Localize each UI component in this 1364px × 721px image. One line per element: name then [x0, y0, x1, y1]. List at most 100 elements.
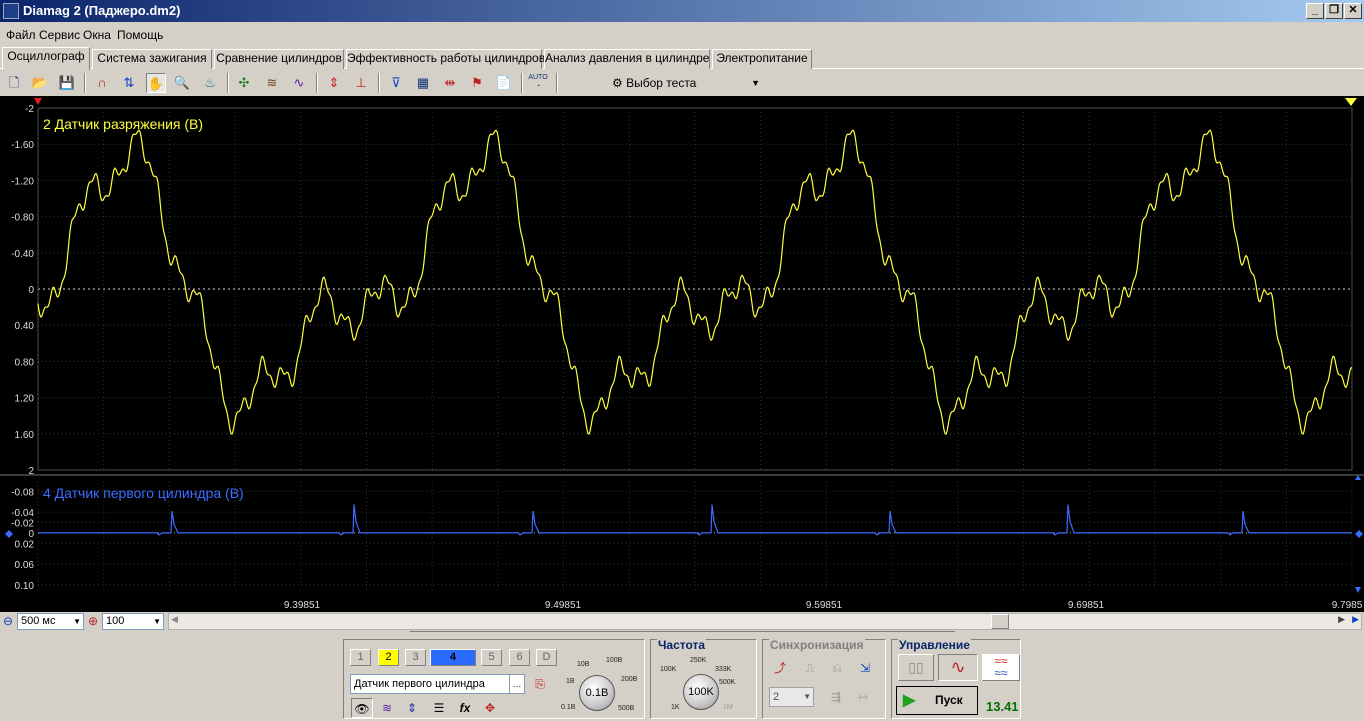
toolbar: 🗋 📂 💾 ∩ ⇅ ✋ 🔍 ♨ ✣ ≋ ∿ ⇕ ⊥ ⊽ ▦ ⇹ ⚑ 📄 AUTO… — [0, 70, 1364, 96]
wave-overlay-icon[interactable]: ≋ — [262, 73, 282, 93]
frequency-group: Частота 100K 250K 100K 333K 500K 1K 1M — [650, 638, 757, 719]
title-bar: Diamag 2 (Паджеро.dm2) _ ❐ ✕ — [0, 0, 1364, 22]
timebase-select[interactable]: 500 мс ▼ — [17, 613, 84, 630]
sync-offset-icon[interactable]: ⇿ — [852, 687, 874, 707]
channel2-scroll-up-icon — [1355, 475, 1361, 480]
zoom-out-icon[interactable]: ⊖ — [3, 614, 13, 628]
volts-knob[interactable]: 0.1В — [579, 675, 615, 711]
sync-cursor-icon[interactable]: ⇲ — [854, 658, 876, 678]
scroll-left-icon[interactable]: ◀ — [171, 614, 178, 625]
channel1-y-tick: 1.60 — [15, 430, 35, 441]
filter-icon[interactable]: ♨ — [200, 73, 220, 93]
zero-level-icon[interactable]: ⊥ — [351, 73, 371, 93]
menu-help[interactable]: Помощь — [117, 28, 163, 42]
cursor-icon[interactable]: ⇅ — [119, 73, 139, 93]
channel-button-5[interactable]: 5 — [481, 649, 502, 666]
expand-icon[interactable]: ✣ — [234, 73, 254, 93]
trigger-filter-icon[interactable]: ⊽ — [386, 73, 406, 93]
freq-label-1k: 1K — [671, 704, 680, 711]
window-title: Diamag 2 (Паджеро.dm2) — [23, 3, 181, 18]
channel-button-3[interactable]: 3 — [405, 649, 426, 666]
measure-curve-icon[interactable]: ∩ — [92, 73, 112, 93]
hand-icon[interactable]: ✋ — [146, 73, 166, 93]
channel-button-1[interactable]: 1 — [350, 649, 371, 666]
tab-cylinder-compare[interactable]: Сравнение цилиндров — [214, 49, 344, 69]
invert-icon[interactable]: ≋ — [376, 698, 398, 718]
flag-icon[interactable]: ⚑ — [467, 73, 487, 93]
menu-windows[interactable]: Окна — [83, 28, 111, 42]
channel-link-icon[interactable]: ⎘ — [529, 674, 551, 694]
minimize-button[interactable]: _ — [1306, 3, 1324, 19]
save-icon[interactable]: 💾 — [57, 73, 77, 93]
channel-button-4[interactable]: 4 — [430, 649, 476, 666]
vertical-move-icon[interactable]: ⇕ — [401, 698, 423, 718]
channel-name-input[interactable]: Датчик первого цилиндра … — [350, 674, 525, 694]
start-button[interactable]: ▶ Пуск — [896, 686, 978, 715]
sync-channel-value: 2 — [773, 691, 780, 703]
scroll-right-icon[interactable]: ▶ — [1338, 614, 1345, 625]
tab-power[interactable]: Электропитание — [712, 49, 812, 69]
freq-label-1m: 1M — [723, 704, 733, 711]
volt-label-01: 0.1В — [561, 704, 576, 711]
chevron-down-icon: ▼ — [751, 78, 760, 88]
start-label: Пуск — [935, 693, 963, 707]
eye-icon[interactable]: 👁 — [351, 698, 373, 718]
tab-cylinder-pressure[interactable]: Анализ давления в цилиндре — [544, 49, 710, 69]
channel-split-icon[interactable]: ✥ — [479, 698, 501, 718]
toolbar-separator — [378, 73, 380, 93]
timebase-value: 500 мс — [21, 615, 56, 627]
multi-wave-button[interactable]: ≈≈ ≈≈ — [982, 654, 1020, 681]
menu-file[interactable]: Файл — [6, 28, 36, 42]
sync-level-icon[interactable]: ⇶ — [825, 687, 847, 707]
grid-icon[interactable]: ▦ — [413, 73, 433, 93]
channel-button-2[interactable]: 2 — [378, 649, 399, 666]
channel2-zero-marker-icon — [5, 530, 13, 538]
end-marker-icon — [1345, 98, 1357, 106]
step-up-icon[interactable]: ⎍ — [799, 658, 821, 678]
x-axis-tick: 9.39851 — [284, 600, 321, 611]
channel1-y-tick: -1.20 — [11, 176, 34, 187]
channel-button-6[interactable]: 6 — [509, 649, 530, 666]
counter-value: 13.41 — [986, 699, 1019, 714]
zoom-in-icon[interactable]: ⊕ — [88, 614, 98, 628]
test-select-label: Выбор теста — [626, 76, 697, 90]
channel1-y-tick: 2 — [28, 466, 34, 477]
function-icon[interactable]: fx — [454, 698, 476, 718]
zoom-icon[interactable]: 🔍 — [172, 73, 192, 93]
x-axis-tick: 9.49851 — [545, 600, 582, 611]
maximize-button[interactable]: ❐ — [1325, 3, 1343, 19]
tab-oscilloscope[interactable]: Осциллограф — [2, 47, 90, 70]
frequency-knob[interactable]: 100K — [683, 674, 719, 710]
wave-compare-icon[interactable]: ∿ — [289, 73, 309, 93]
sync-channel-select[interactable]: 2 ▼ — [769, 687, 814, 707]
split-icon[interactable]: ⇹ — [440, 73, 460, 93]
horizontal-scrollbar[interactable]: ◀ ▶ ▶ — [168, 613, 1362, 630]
close-button[interactable]: ✕ — [1344, 3, 1362, 19]
x-axis-tick: 9.7985 — [1332, 600, 1363, 611]
document-icon[interactable]: 📄 — [494, 73, 514, 93]
settings-icon: ⚙ — [612, 76, 627, 90]
pause-button[interactable]: ▯▯ — [898, 654, 934, 681]
tab-cylinder-efficiency[interactable]: Эффективность работы цилиндров — [346, 49, 545, 69]
volt-label-100: 100В — [606, 657, 623, 664]
test-select-dropdown[interactable]: ⚙ Выбор теста ▼ — [612, 73, 764, 93]
channel1-y-tick: 1.20 — [15, 394, 35, 405]
play-end-icon[interactable]: ▶ — [1352, 614, 1359, 625]
channel-button-d[interactable]: D — [536, 649, 557, 666]
menu-service[interactable]: Сервис — [39, 28, 80, 42]
step-down-icon[interactable]: ⎌ — [826, 658, 848, 678]
lines-icon[interactable]: ☰ — [428, 698, 450, 718]
zoom-select[interactable]: 100 ▼ — [102, 613, 164, 630]
auto-mode-icon[interactable]: AUTO ◔ — [528, 73, 548, 93]
open-folder-icon[interactable]: 📂 — [30, 73, 50, 93]
oscilloscope-display[interactable]: -2 -1.60 -1.20 -0.80 -0.40 0 0.40 0.80 1.20 1.60 2… — [0, 96, 1364, 612]
scroll-thumb[interactable] — [991, 614, 1009, 629]
control-panel: 1 2 3 4 5 6 D Датчик первого цилиндра … … — [343, 632, 1023, 721]
tab-ignition[interactable]: Система зажигания — [92, 49, 212, 69]
channel2-label: 4 Датчик первого цилиндра (В) — [43, 485, 244, 501]
new-file-icon[interactable]: 🗋 — [4, 73, 24, 93]
rising-edge-icon[interactable]: ⤴ — [769, 658, 791, 678]
sine-mode-button[interactable]: ∿ — [938, 654, 978, 681]
auto-scale-icon[interactable]: ⇕ — [324, 73, 344, 93]
browse-button[interactable]: … — [509, 675, 524, 693]
